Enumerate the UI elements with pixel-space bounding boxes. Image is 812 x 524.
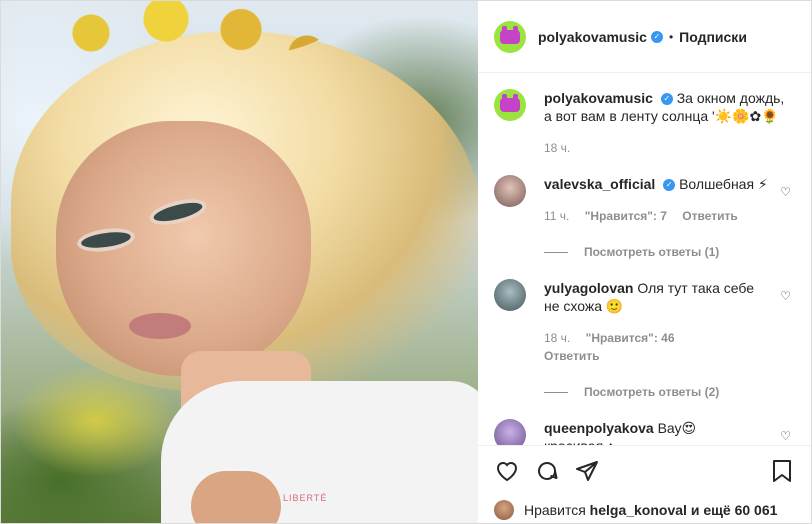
- verified-badge-icon: ✓: [663, 179, 676, 192]
- liker-username[interactable]: helga_konoval: [590, 502, 687, 518]
- comment-like-heart-icon[interactable]: ♡: [780, 429, 791, 443]
- share-paper-plane-icon[interactable]: [574, 458, 600, 484]
- photo-face: [56, 121, 311, 376]
- post-header: polyakovamusic ✓ • Подписки: [478, 1, 811, 73]
- avatar-mask-icon: [500, 94, 520, 112]
- comment-username[interactable]: valevska_official: [544, 176, 655, 192]
- reply-button[interactable]: Ответить: [682, 209, 737, 223]
- comment-username[interactable]: queenpolyakova: [544, 420, 654, 436]
- comment-bubble-icon[interactable]: [534, 458, 560, 484]
- comment-row: valevska_official ✓ Волшебная ⚡ 11 ч. "Н…: [494, 175, 795, 225]
- photo-shirt-print: LIBERTÉ: [283, 493, 328, 503]
- post-actions-bar: [478, 445, 811, 495]
- view-replies-button[interactable]: Посмотреть ответы (2): [544, 385, 795, 399]
- separator-dot: •: [668, 29, 674, 44]
- comment-text: Волшебная ⚡: [679, 176, 768, 192]
- view-replies-button[interactable]: Посмотреть ответы (1): [544, 245, 795, 259]
- comment-time[interactable]: 18 ч.: [544, 331, 570, 345]
- likes-count[interactable]: и ещё 60 061: [691, 502, 778, 518]
- verified-badge-icon: ✓: [660, 93, 673, 106]
- replies-line: [544, 251, 568, 253]
- comment-likes[interactable]: "Нравится": 46: [586, 331, 675, 345]
- comment-like-heart-icon[interactable]: ♡: [780, 289, 791, 303]
- likes-summary: Нравится helga_konoval и ещё 60 061: [478, 495, 811, 523]
- comments-section: polyakovamusic ✓ За окном дождь, а вот в…: [478, 73, 811, 445]
- post-sidebar: polyakovamusic ✓ • Подписки polyakovamus…: [478, 1, 811, 523]
- comment-row: queenpolyakova Вау😍 красивая ♠ ♡: [494, 419, 795, 445]
- comment-username[interactable]: yulyagolovan: [544, 280, 633, 296]
- author-avatar[interactable]: [494, 20, 526, 53]
- reply-button[interactable]: Ответить: [544, 349, 599, 363]
- liker-avatar[interactable]: [494, 500, 514, 520]
- comment-row: yulyagolovan Оля тут така себе не схожа …: [494, 279, 795, 365]
- caption-time[interactable]: 18 ч.: [544, 141, 570, 155]
- avatar-mask-icon: [500, 25, 520, 44]
- commenter-avatar[interactable]: [494, 175, 526, 207]
- view-replies-label: Посмотреть ответы (2): [584, 385, 720, 399]
- caption-avatar[interactable]: [494, 89, 526, 121]
- caption-username[interactable]: polyakovamusic: [544, 90, 653, 106]
- instagram-post-modal: LIBERTÉ polyakovamusic ✓ • Подписки poly…: [0, 0, 812, 524]
- comment-like-heart-icon[interactable]: ♡: [780, 185, 791, 199]
- comment-likes[interactable]: "Нравится": 7: [585, 209, 667, 223]
- post-photo[interactable]: LIBERTÉ: [1, 1, 478, 523]
- author-username[interactable]: polyakovamusic: [538, 29, 647, 45]
- commenter-avatar[interactable]: [494, 279, 526, 311]
- follow-button[interactable]: Подписки: [679, 29, 747, 45]
- commenter-avatar[interactable]: [494, 419, 526, 445]
- caption-row: polyakovamusic ✓ За окном дождь, а вот в…: [494, 89, 795, 157]
- likes-prefix: Нравится: [524, 502, 586, 518]
- verified-badge-icon: ✓: [650, 30, 663, 43]
- view-replies-label: Посмотреть ответы (1): [584, 245, 720, 259]
- like-heart-icon[interactable]: [494, 458, 520, 484]
- comment-time[interactable]: 11 ч.: [544, 209, 569, 223]
- replies-line: [544, 391, 568, 393]
- bookmark-icon[interactable]: [769, 458, 795, 484]
- photo-arm: [191, 471, 281, 523]
- photo-lips: [129, 313, 191, 339]
